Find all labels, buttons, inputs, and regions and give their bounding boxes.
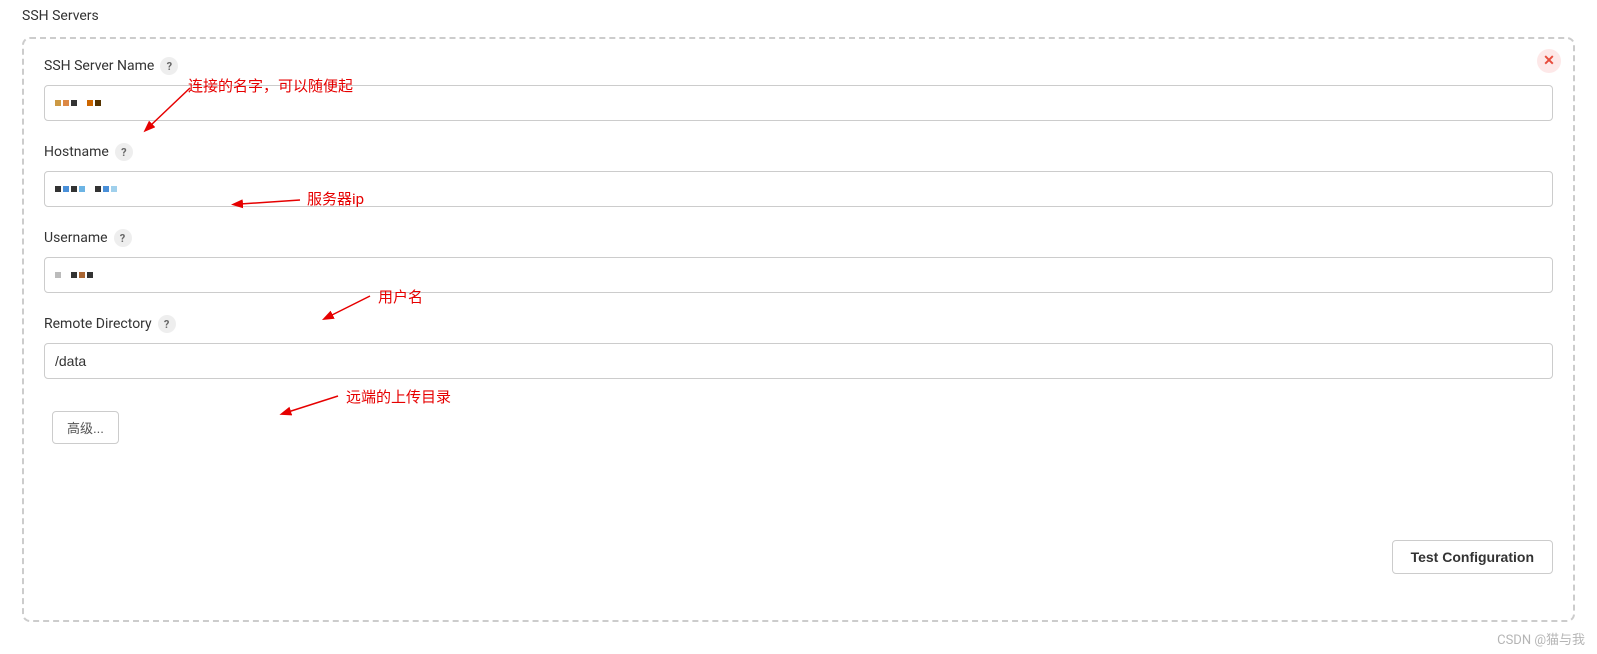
watermark: CSDN @猫与我 [1497, 629, 1585, 648]
form-group-name: SSH Server Name ? [44, 57, 1553, 121]
form-group-remote-dir: Remote Directory ? [44, 315, 1553, 379]
username-label: Username [44, 230, 108, 246]
section-title: SSH Servers [0, 0, 1597, 32]
help-icon[interactable]: ? [114, 229, 132, 247]
close-icon: ✕ [1543, 53, 1555, 69]
help-icon[interactable]: ? [160, 57, 178, 75]
advanced-button[interactable]: 高级... [52, 411, 119, 444]
remote-dir-label: Remote Directory [44, 316, 152, 332]
username-input[interactable] [44, 257, 1553, 293]
help-icon[interactable]: ? [158, 315, 176, 333]
hostname-label: Hostname [44, 144, 109, 160]
ssh-server-panel: ✕ SSH Server Name ? Hostname ? [22, 37, 1575, 622]
name-label: SSH Server Name [44, 58, 154, 74]
form-group-hostname: Hostname ? [44, 143, 1553, 207]
remote-dir-input[interactable] [44, 343, 1553, 379]
close-button[interactable]: ✕ [1537, 49, 1561, 73]
help-icon[interactable]: ? [115, 143, 133, 161]
form-group-username: Username ? [44, 229, 1553, 293]
name-input[interactable] [44, 85, 1553, 121]
test-configuration-button[interactable]: Test Configuration [1392, 540, 1553, 574]
hostname-input[interactable] [44, 171, 1553, 207]
